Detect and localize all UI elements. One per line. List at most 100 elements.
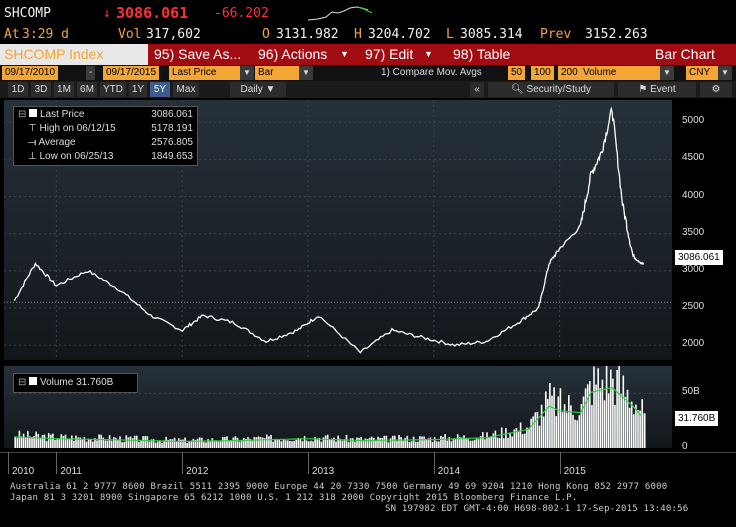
volume-bar [188, 441, 190, 448]
volume-bar [620, 393, 622, 448]
x-tick-2014: 2014 [437, 466, 461, 477]
period-1m-button[interactable]: 1M [54, 82, 74, 97]
volume-bar [385, 435, 388, 448]
price-y-tick: 2500 [682, 301, 705, 312]
volume-bar [205, 442, 207, 448]
low-value: 3085.314 [460, 27, 523, 42]
period-5y-button[interactable]: 5Y [150, 82, 170, 97]
volume-bar [362, 440, 365, 448]
volume-bar [215, 440, 218, 448]
volume-bar [98, 434, 100, 448]
end-date-field[interactable]: 09/17/2015 [103, 66, 160, 80]
high-label-legend: High on 06/12/15 [39, 123, 116, 134]
flag-icon: ⚑ [638, 84, 648, 95]
edit-button[interactable]: 97) Edit [365, 44, 413, 65]
date-dash: - [86, 66, 96, 80]
event-button[interactable]: ⚑ Event [618, 82, 696, 97]
ma-100-field[interactable]: 100 [531, 66, 554, 80]
start-date-field[interactable]: 09/17/2010 [2, 66, 59, 80]
style-select[interactable]: Bar [255, 66, 305, 80]
volume-bar [391, 435, 394, 448]
volume-bar [280, 441, 283, 448]
volume-bar [614, 404, 616, 448]
period-6m-button[interactable]: 6M [77, 82, 97, 97]
actions-chevron-down-icon[interactable]: ▼ [340, 44, 349, 65]
volume-bar [383, 435, 386, 448]
actions-button[interactable]: 96) Actions [258, 44, 327, 65]
legend-collapse-icon[interactable]: ⊟ [18, 109, 26, 120]
volume-bar [542, 416, 545, 448]
volume-bar [396, 441, 398, 448]
period-max-button[interactable]: Max [173, 82, 199, 97]
volume-bar [24, 437, 27, 448]
volume-collapse-icon[interactable]: ⊟ [18, 377, 26, 388]
volume-legend: ⊟ Volume 31.760B [13, 373, 138, 393]
footer-line-2: Japan 81 3 3201 8900 Singapore 65 6212 1… [10, 493, 578, 503]
volume-bar [272, 441, 274, 448]
volume-bar [282, 439, 285, 448]
lower-field-select[interactable]: Volume [580, 66, 660, 80]
gear-icon[interactable]: ⚙ [700, 82, 732, 97]
volume-bar [228, 441, 230, 448]
chevron-left-icon[interactable]: « [470, 82, 484, 97]
volume-bar [226, 436, 228, 448]
volume-bar [368, 437, 371, 448]
period-ytd-button[interactable]: YTD [100, 82, 126, 97]
field-select[interactable]: Last Price [169, 66, 241, 80]
volume-bar [171, 439, 174, 448]
low-label: L [446, 27, 454, 42]
volume-bar [626, 389, 629, 448]
last-price: 3086.061 [116, 4, 189, 22]
ma-50-field[interactable]: 50 [508, 66, 526, 80]
chart-type-label[interactable]: Bar Chart [655, 44, 715, 65]
security-study-button[interactable]: 🔍︎ Security/Study [488, 82, 614, 97]
volume-bar [85, 441, 88, 448]
volume-bar [473, 440, 476, 448]
volume-bar [266, 434, 268, 448]
volume-bar [192, 438, 195, 448]
volume-bar [572, 414, 574, 448]
volume-bar [337, 435, 339, 448]
last-time: 3:29 d [22, 27, 69, 42]
volume-bar [316, 439, 318, 448]
volume-bar [643, 413, 646, 448]
security-name[interactable]: SHCOMP Index [4, 46, 103, 62]
volume-bar [255, 437, 258, 448]
volume-bar [500, 427, 503, 448]
currency-select[interactable]: CNY [686, 66, 720, 80]
volume-bar [37, 434, 40, 448]
lower-chevron-down-icon[interactable]: ▼ [660, 66, 674, 80]
volume-bar [299, 439, 302, 448]
volume-bar [335, 441, 337, 448]
legend-last-value: 3086.061 [151, 109, 193, 120]
volume-bar [553, 387, 555, 448]
frequency-select[interactable]: Daily ▼ [230, 82, 286, 97]
volume-bar [341, 440, 344, 448]
field-chevron-down-icon[interactable]: ▼ [240, 66, 254, 80]
volume-bar [18, 430, 21, 448]
volume-bar [222, 437, 224, 448]
table-button[interactable]: 98) Table [453, 44, 510, 65]
volume-bar [586, 384, 589, 448]
save-as-button[interactable]: 95) Save As... [154, 44, 241, 65]
volume-bar [45, 441, 48, 448]
period-1d-button[interactable]: 1D [8, 82, 28, 97]
style-chevron-down-icon[interactable]: ▼ [299, 66, 313, 80]
volume-bar [616, 370, 618, 448]
period-3d-button[interactable]: 3D [31, 82, 51, 97]
compare-mov-avgs[interactable]: 1) Compare Mov. Avgs [378, 66, 485, 80]
ma-200-field[interactable]: 200 [558, 66, 581, 80]
edit-chevron-down-icon[interactable]: ▼ [424, 44, 433, 65]
volume-bar [576, 420, 578, 448]
period-1y-button[interactable]: 1Y [129, 82, 147, 97]
time-label: At [4, 27, 20, 42]
volume-bar [64, 434, 67, 448]
volume-bar [417, 441, 419, 448]
x-tick-2011: 2011 [60, 466, 82, 477]
volume-bar [467, 439, 469, 448]
volume-bar [326, 434, 329, 448]
net-change: -66.202 [214, 6, 269, 21]
currency-chevron-down-icon[interactable]: ▼ [718, 66, 732, 80]
volume-bar [354, 441, 356, 448]
volume-bar [178, 438, 180, 448]
